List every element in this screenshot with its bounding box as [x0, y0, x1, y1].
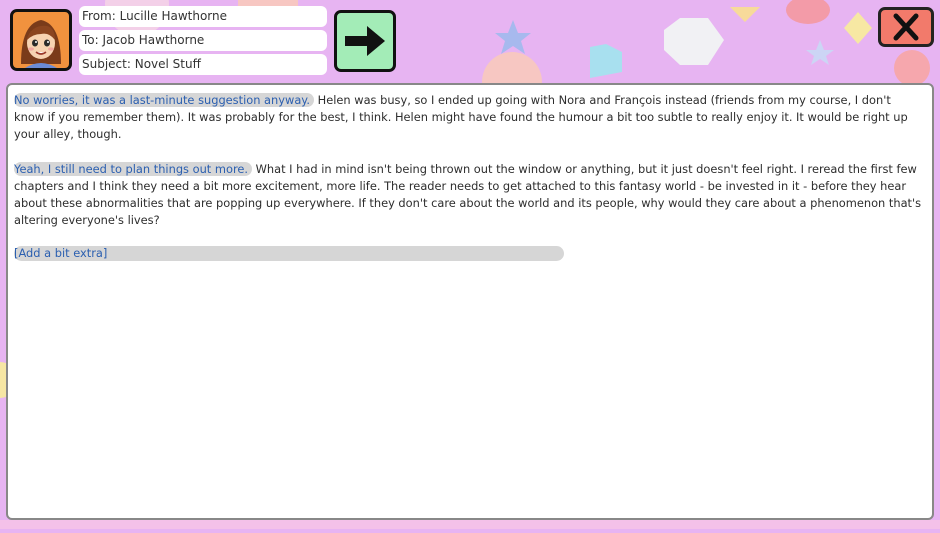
x-icon: [893, 13, 919, 41]
right-arrow-icon: [345, 26, 385, 56]
reply-choice-1[interactable]: No worries, it was a last-minute suggest…: [14, 93, 315, 107]
reply-choice-2[interactable]: Yeah, I still need to plan things out mo…: [14, 161, 253, 176]
avatar-face-icon: [21, 20, 61, 68]
from-field: From: Lucille Hawthorne: [79, 6, 327, 27]
mail-body-text: No worries, it was a last-minute suggest…: [14, 92, 924, 262]
add-extra-button[interactable]: [Add a bit extra]: [14, 246, 564, 262]
to-field: To: Jacob Hawthorne: [79, 30, 327, 51]
send-button[interactable]: [334, 10, 396, 72]
sender-avatar: [10, 9, 72, 71]
paragraph-2: Yeah, I still need to plan things out mo…: [14, 161, 924, 230]
subject-field: Subject: Novel Stuff: [79, 54, 327, 75]
paragraph-1: No worries, it was a last-minute suggest…: [14, 92, 924, 144]
close-button[interactable]: [878, 7, 934, 47]
mail-body-panel: No worries, it was a last-minute suggest…: [6, 83, 934, 520]
